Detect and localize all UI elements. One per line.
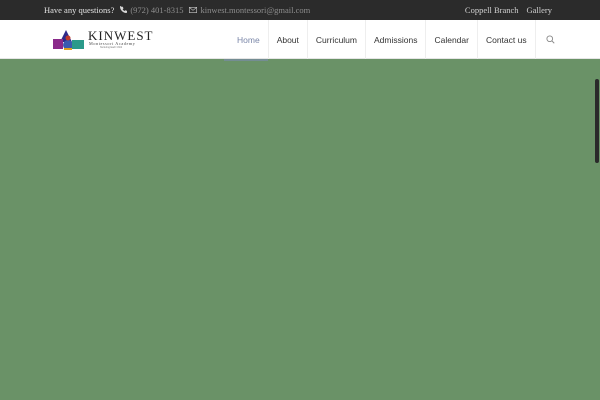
nav-admissions[interactable]: Admissions (365, 20, 425, 59)
main-nav: Home About Curriculum Admissions Calenda… (229, 20, 565, 59)
nav-curriculum[interactable]: Curriculum (306, 20, 365, 59)
nav-calendar[interactable]: Calendar (425, 20, 477, 59)
envelope-icon (189, 6, 198, 15)
site-logo[interactable]: KINWEST Montessori Academy Nurturing Eac… (52, 28, 162, 52)
scrollbar-thumb[interactable] (595, 79, 599, 163)
page-scrollbar[interactable] (594, 59, 600, 400)
top-links: Coppell Branch Gallery (465, 0, 552, 20)
logo-shapes-icon (53, 30, 84, 50)
phone-number: (972) 401-8315 (130, 5, 184, 15)
nav-home[interactable]: Home (229, 20, 268, 59)
contact-info: Have any questions? (972) 401-8315 kinwe… (44, 0, 310, 20)
logo-tagline: Nurturing Each Child (100, 46, 123, 49)
gallery-link[interactable]: Gallery (527, 5, 553, 15)
search-icon[interactable] (534, 20, 565, 59)
questions-label: Have any questions? (44, 5, 115, 15)
nav-contact-us[interactable]: Contact us (476, 20, 535, 59)
hero-banner (0, 59, 594, 400)
coppell-branch-link[interactable]: Coppell Branch (465, 5, 519, 15)
phone-icon (120, 5, 128, 15)
email-link[interactable]: kinwest.montessori@gmail.com (189, 5, 310, 15)
top-bar: Have any questions? (972) 401-8315 kinwe… (0, 0, 600, 20)
nav-about[interactable]: About (267, 20, 307, 59)
active-nav-indicator (224, 59, 268, 61)
phone-link[interactable]: (972) 401-8315 (120, 5, 183, 15)
email-address: kinwest.montessori@gmail.com (200, 5, 311, 15)
